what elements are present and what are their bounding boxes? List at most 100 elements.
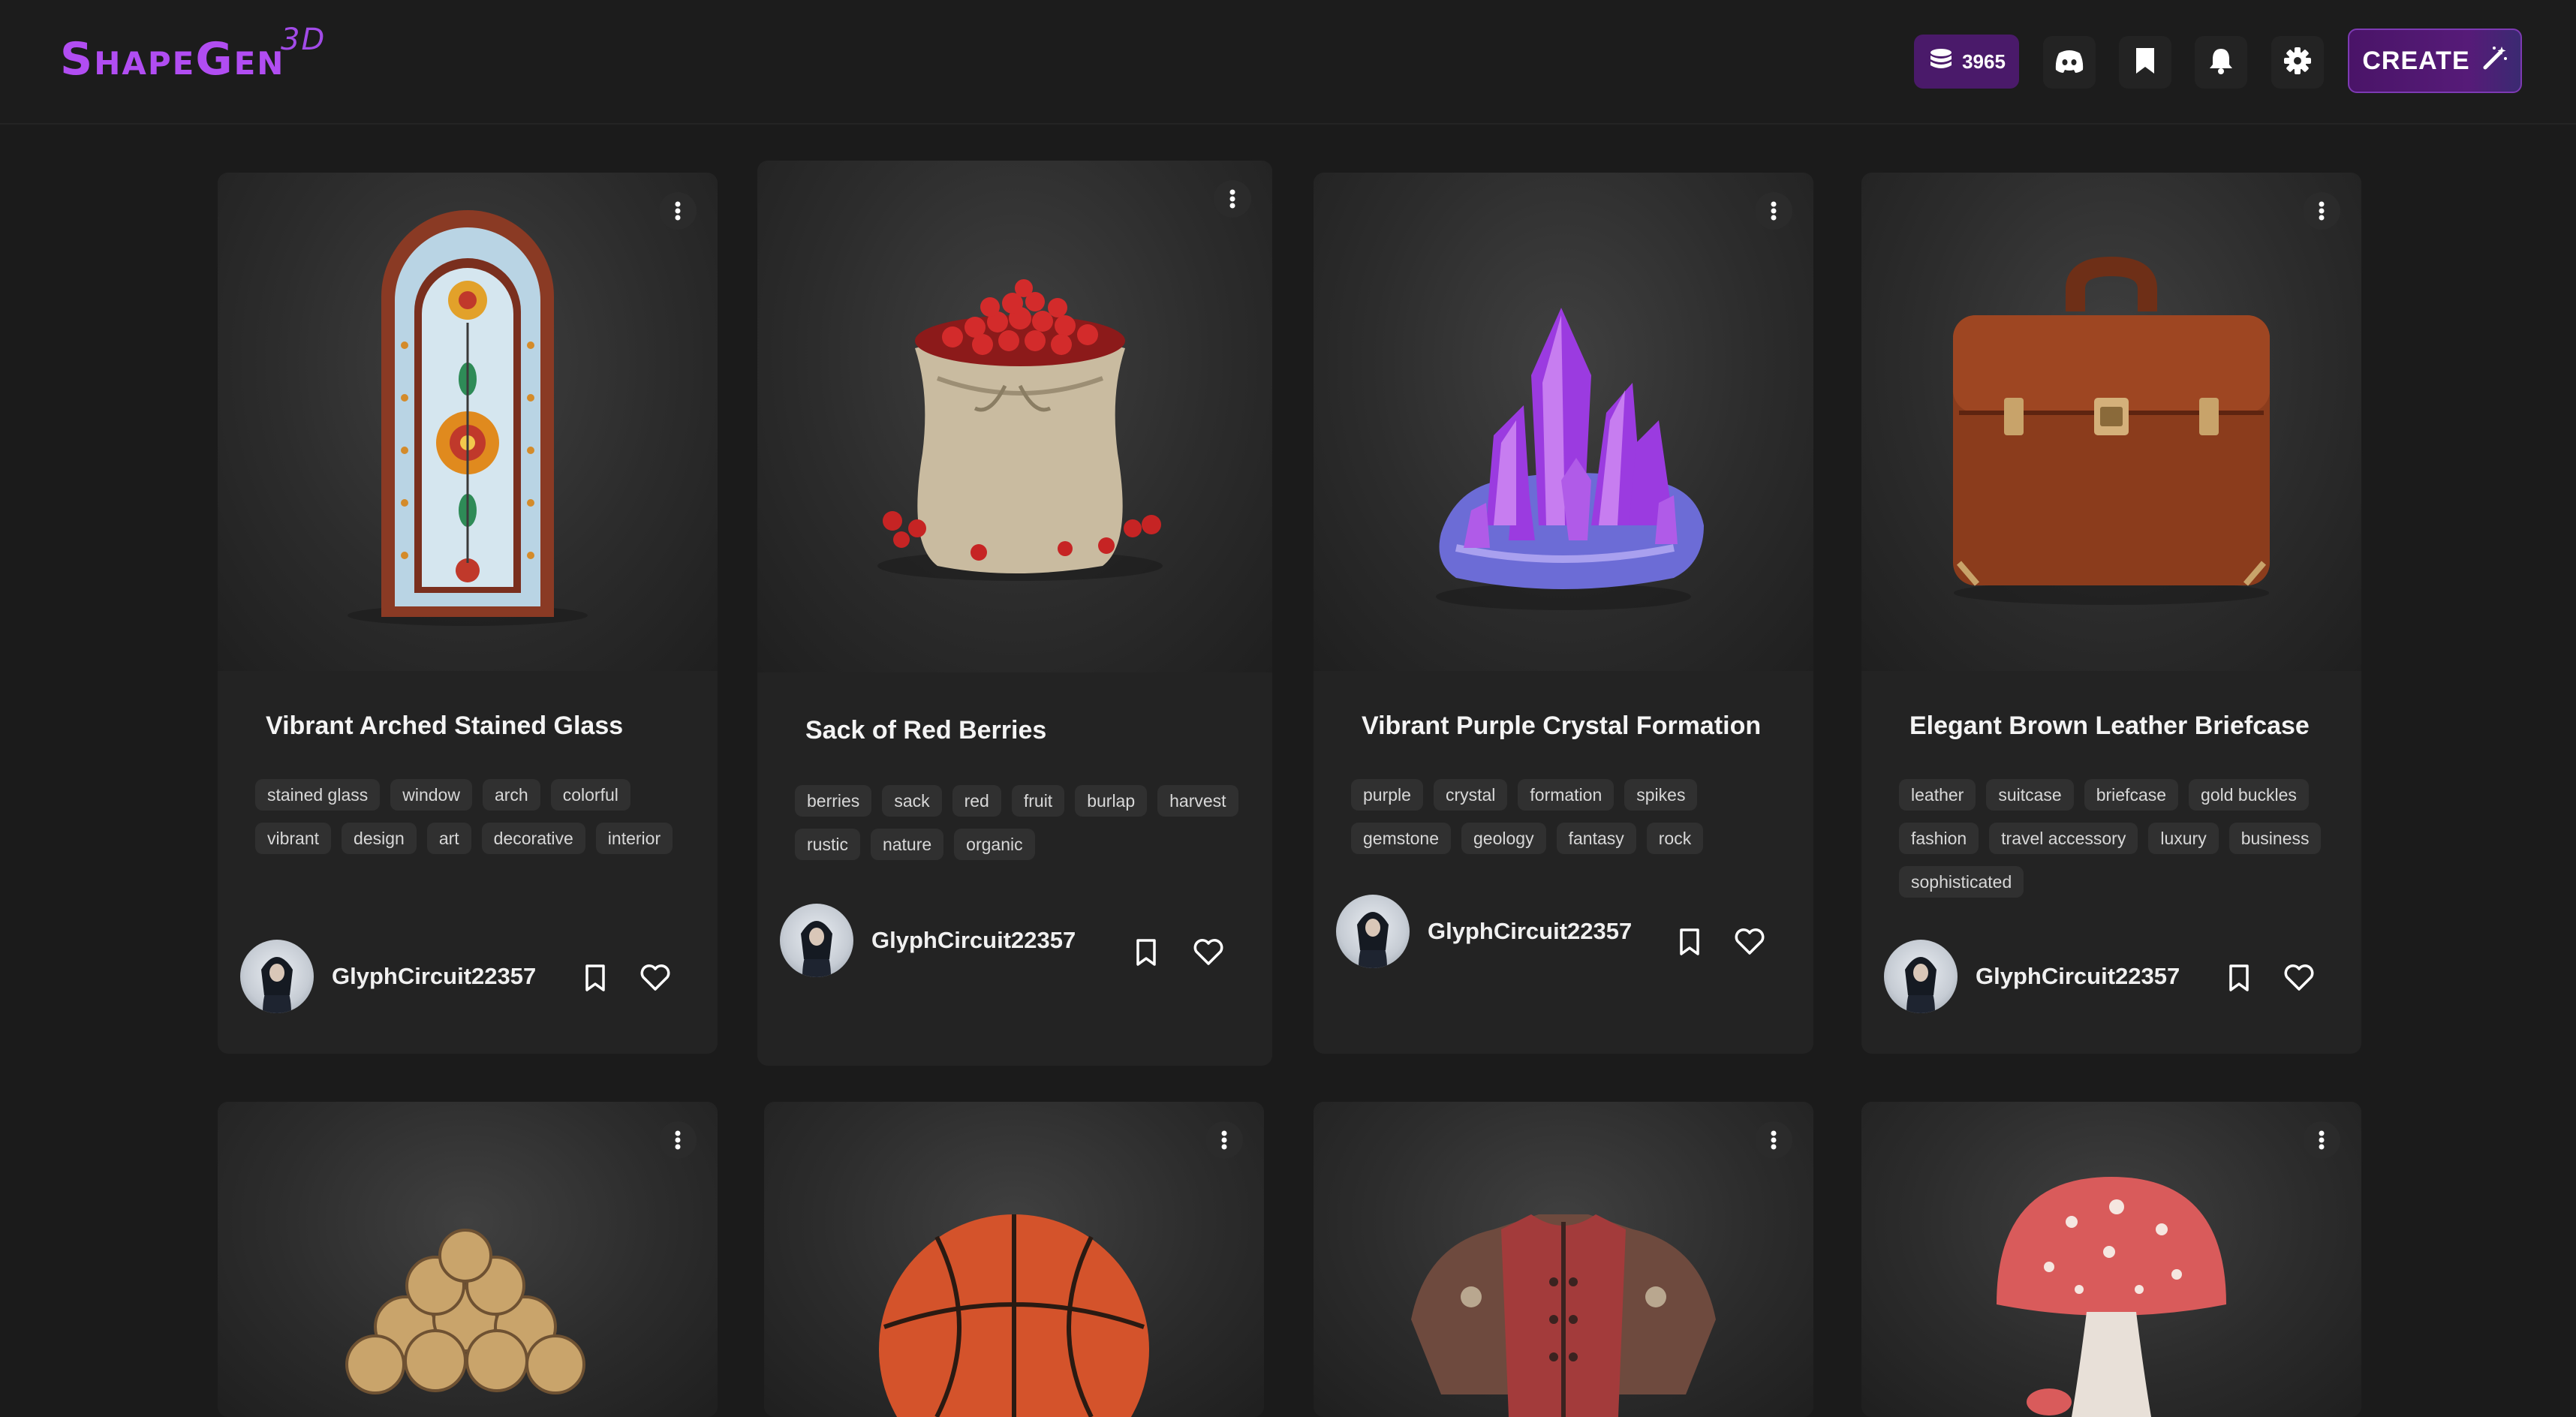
model-card[interactable]	[1314, 1102, 1813, 1417]
more-options-button[interactable]	[2303, 1121, 2340, 1159]
bookmark-button[interactable]	[2220, 959, 2258, 997]
heart-outline-icon	[2284, 964, 2314, 991]
notifications-button[interactable]	[2195, 36, 2247, 89]
heart-outline-icon	[1193, 939, 1223, 965]
tag[interactable]: harvest	[1157, 785, 1238, 817]
model-card[interactable]	[1861, 1102, 2361, 1417]
author[interactable]: GlyphCircuit22357	[780, 904, 1076, 977]
model-card[interactable]: Vibrant Arched Stained Glass stained gla…	[218, 173, 718, 1054]
bookmark-button[interactable]	[1127, 934, 1165, 971]
tag[interactable]: travel accessory	[1989, 823, 2138, 854]
tag[interactable]: decorative	[481, 823, 585, 854]
create-button[interactable]: CREATE	[2348, 29, 2522, 93]
like-button[interactable]	[2280, 959, 2318, 997]
tag[interactable]: fruit	[1011, 785, 1065, 817]
tag-list: stained glass window arch colorful vibra…	[255, 779, 688, 854]
tag[interactable]: leather	[1899, 779, 1976, 811]
more-options-button[interactable]	[659, 1121, 697, 1159]
tag[interactable]: berries	[795, 785, 872, 817]
logo[interactable]: ShapeGen 3D	[60, 23, 324, 86]
tag[interactable]: rock	[1646, 823, 1704, 854]
model-preview[interactable]	[757, 161, 1272, 672]
author-name: GlyphCircuit22357	[332, 963, 537, 989]
armor-image	[1411, 1214, 1716, 1417]
tag[interactable]: luxury	[2148, 823, 2219, 854]
more-options-button[interactable]	[1755, 192, 1792, 230]
model-title: Vibrant Arched Stained Glass	[266, 712, 624, 740]
model-title: Sack of Red Berries	[805, 716, 1047, 745]
tag[interactable]: geology	[1461, 823, 1546, 854]
more-vertical-icon	[675, 201, 681, 221]
logo-superscript: 3D	[281, 23, 327, 57]
tag[interactable]: design	[342, 823, 417, 854]
heart-outline-icon	[1735, 928, 1765, 955]
like-button[interactable]	[636, 959, 674, 997]
avatar	[1336, 895, 1410, 968]
avatar	[240, 940, 314, 1013]
tag[interactable]: vibrant	[255, 823, 332, 854]
avatar	[1884, 940, 1958, 1013]
more-vertical-icon	[1771, 201, 1777, 221]
magic-wand-icon	[2482, 45, 2508, 77]
author[interactable]: GlyphCircuit22357	[240, 940, 536, 1013]
author[interactable]: GlyphCircuit22357	[1884, 940, 2180, 1013]
model-card[interactable]: Elegant Brown Leather Briefcase leather …	[1861, 173, 2361, 1054]
model-preview[interactable]	[764, 1102, 1264, 1417]
tag[interactable]: organic	[954, 829, 1035, 860]
model-card[interactable]: Sack of Red Berries berries sack red fru…	[757, 161, 1272, 1066]
tag[interactable]: sack	[882, 785, 942, 817]
tag[interactable]: gold buckles	[2189, 779, 2309, 811]
discord-button[interactable]	[2043, 36, 2096, 89]
settings-button[interactable]	[2271, 36, 2324, 89]
tag[interactable]: fashion	[1899, 823, 1979, 854]
model-preview[interactable]	[1861, 173, 2361, 671]
model-preview[interactable]	[1861, 1102, 2361, 1417]
more-options-button[interactable]	[659, 192, 697, 230]
model-preview[interactable]	[218, 1102, 718, 1417]
tag[interactable]: purple	[1351, 779, 1423, 811]
model-preview[interactable]	[1314, 173, 1813, 671]
like-button[interactable]	[1731, 923, 1768, 961]
tag[interactable]: briefcase	[2084, 779, 2179, 811]
tag[interactable]: gemstone	[1351, 823, 1452, 854]
basketball-image	[879, 1214, 1149, 1417]
model-card[interactable]: Vibrant Purple Crystal Formation purple …	[1314, 173, 1813, 1054]
model-preview[interactable]	[1314, 1102, 1813, 1417]
bookmark-button[interactable]	[576, 959, 614, 997]
tag[interactable]: stained glass	[255, 779, 381, 811]
tag[interactable]: formation	[1518, 779, 1615, 811]
tag[interactable]: window	[390, 779, 472, 811]
author[interactable]: GlyphCircuit22357	[1336, 895, 1632, 968]
firewood-image	[345, 1229, 585, 1394]
tag[interactable]: art	[426, 823, 471, 854]
tag[interactable]: fantasy	[1556, 823, 1636, 854]
more-options-button[interactable]	[1755, 1121, 1792, 1159]
tag[interactable]: suitcase	[1986, 779, 2074, 811]
tag[interactable]: red	[952, 785, 1001, 817]
top-bar: ShapeGen 3D 3965 CREATE	[0, 0, 2576, 125]
tag[interactable]: sophisticated	[1899, 866, 2024, 898]
bookmarks-button[interactable]	[2119, 36, 2171, 89]
model-card[interactable]	[218, 1102, 718, 1417]
credits-badge[interactable]: 3965	[1914, 35, 2019, 89]
model-card[interactable]	[764, 1102, 1264, 1417]
tag[interactable]: crystal	[1433, 779, 1508, 811]
tag[interactable]: nature	[870, 829, 944, 860]
bookmark-outline-icon	[1680, 928, 1699, 955]
tag[interactable]: burlap	[1075, 785, 1148, 817]
stained-glass-image	[348, 210, 588, 626]
more-vertical-icon	[2319, 201, 2325, 221]
author-name: GlyphCircuit22357	[1976, 963, 2180, 989]
like-button[interactable]	[1190, 934, 1227, 971]
tag[interactable]: rustic	[795, 829, 860, 860]
tag[interactable]: business	[2228, 823, 2322, 854]
tag[interactable]: arch	[482, 779, 540, 811]
model-preview[interactable]	[218, 173, 718, 671]
more-options-button[interactable]	[1214, 180, 1251, 218]
bookmark-button[interactable]	[1671, 923, 1708, 961]
tag[interactable]: colorful	[550, 779, 630, 811]
tag[interactable]: spikes	[1624, 779, 1698, 811]
tag[interactable]: interior	[595, 823, 673, 854]
more-options-button[interactable]	[2303, 192, 2340, 230]
more-options-button[interactable]	[1205, 1121, 1243, 1159]
